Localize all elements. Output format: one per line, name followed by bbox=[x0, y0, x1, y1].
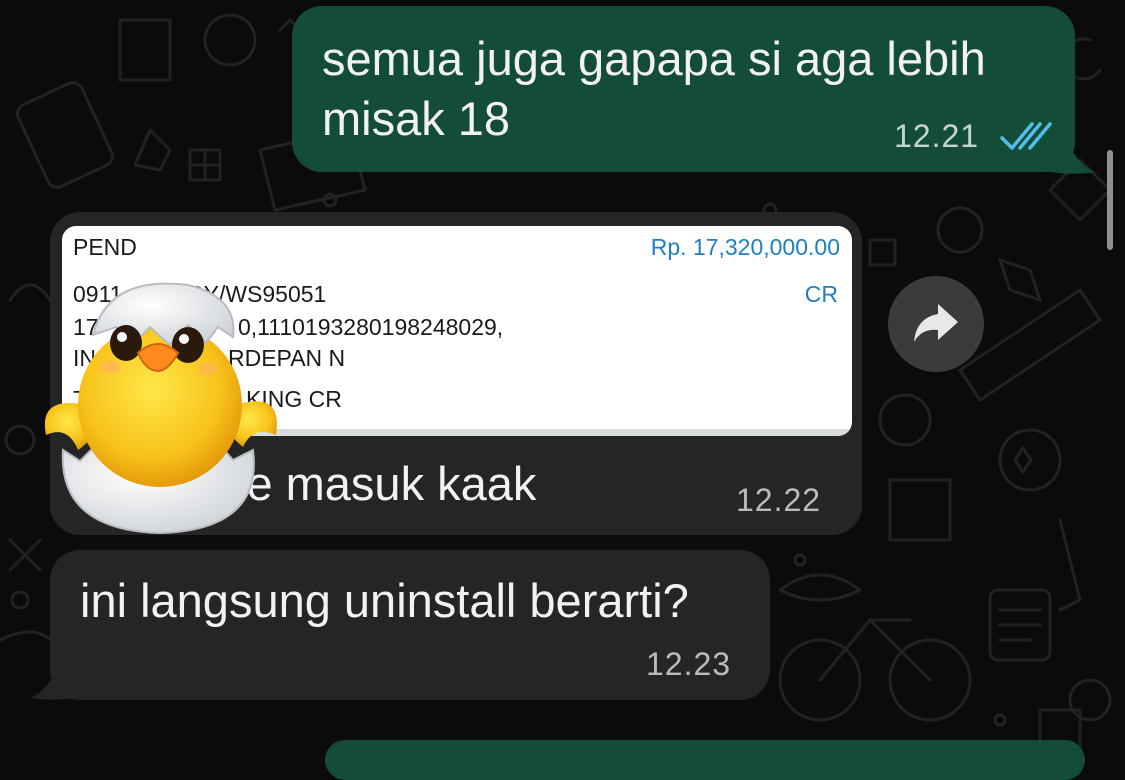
double-check-icon bbox=[1000, 122, 1052, 150]
message-text: ini langsung uninstall berarti? bbox=[80, 574, 689, 627]
message-time: 12.21 bbox=[894, 118, 980, 154]
hatching-chick-sticker bbox=[44, 282, 277, 535]
forward-button[interactable] bbox=[888, 276, 984, 372]
receipt-flag: CR bbox=[804, 281, 838, 307]
receipt-label: PEND bbox=[73, 234, 137, 260]
scrollbar[interactable] bbox=[1107, 150, 1113, 250]
forward-arrow-icon bbox=[914, 304, 958, 342]
message-text-line-2: misak 18 bbox=[322, 92, 511, 145]
receipt-amount: Rp. 17,320,000.00 bbox=[650, 234, 840, 260]
incoming-message-bubble[interactable]: ini langsung uninstall berarti? 12.23 bbox=[50, 550, 770, 700]
next-outgoing-message-bubble[interactable] bbox=[325, 740, 1085, 780]
outgoing-message-bubble[interactable]: semua juga gapapa si aga lebih misak 18 … bbox=[292, 6, 1075, 172]
message-time: 12.23 bbox=[646, 646, 732, 682]
message-time: 12.22 bbox=[736, 482, 822, 518]
message-text-line-1: semua juga gapapa si aga lebih bbox=[322, 32, 986, 85]
